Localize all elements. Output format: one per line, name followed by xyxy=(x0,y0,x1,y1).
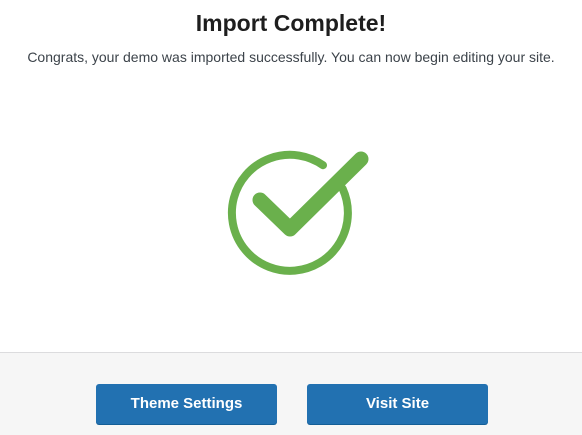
import-complete-dialog: Import Complete! Congrats, your demo was… xyxy=(0,0,582,435)
visit-site-button[interactable]: Visit Site xyxy=(307,384,488,424)
dialog-title: Import Complete! xyxy=(195,10,387,36)
check-circle-icon xyxy=(225,145,375,275)
success-message: Congrats, your demo was imported success… xyxy=(27,49,555,65)
dialog-footer: Theme Settings Visit Site xyxy=(0,352,582,435)
theme-settings-button[interactable]: Theme Settings xyxy=(96,384,277,424)
